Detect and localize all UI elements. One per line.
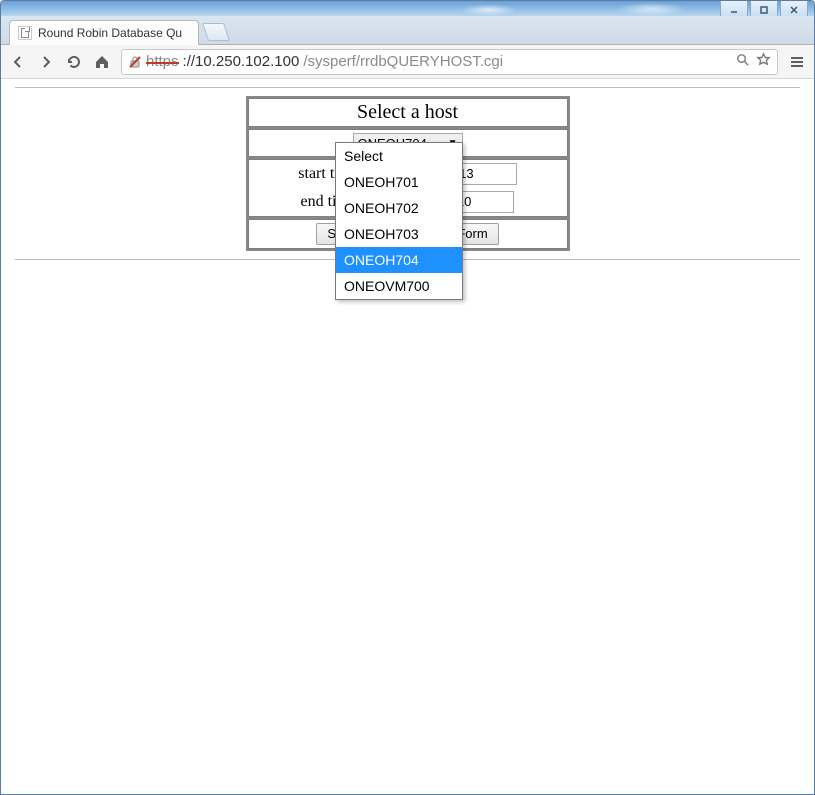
back-button[interactable] (9, 53, 27, 71)
browser-window: Round Robin Database Qu https (0, 0, 815, 795)
host-select-dropdown: Select ONEOH701 ONEOH702 ONEOH703 ONEOH7… (335, 142, 463, 300)
menu-button[interactable] (788, 53, 806, 71)
host-option[interactable]: ONEOVM700 (336, 273, 462, 299)
address-bar[interactable]: https ://10.250.102.100 /sysperf/rrdbQUE… (121, 49, 778, 75)
divider (15, 87, 800, 88)
page-content: Select a host ONEOH704 ▼ start time: 02/… (1, 79, 814, 794)
host-option[interactable]: ONEOH703 (336, 221, 462, 247)
host-option[interactable]: Select (336, 143, 462, 169)
reload-button[interactable] (65, 53, 83, 71)
window-titlebar (1, 1, 814, 16)
page-favicon-icon (18, 26, 32, 40)
home-button[interactable] (93, 53, 111, 71)
browser-tab[interactable]: Round Robin Database Qu (9, 20, 199, 45)
url-path: /sysperf/rrdbQUERYHOST.cgi (303, 53, 503, 70)
host-option-selected[interactable]: ONEOH704 (336, 247, 462, 273)
url-scheme: https (146, 53, 179, 70)
host-option[interactable]: ONEOH701 (336, 169, 462, 195)
tab-title: Round Robin Database Qu (38, 26, 190, 40)
host-option[interactable]: ONEOH702 (336, 195, 462, 221)
url-host: ://10.250.102.100 (183, 53, 300, 70)
tab-strip: Round Robin Database Qu (1, 16, 814, 45)
form-title: Select a host (248, 98, 568, 127)
forward-button[interactable] (37, 53, 55, 71)
ssl-warning-icon (128, 55, 142, 69)
bookmark-star-icon[interactable] (756, 52, 771, 71)
zoom-icon[interactable] (735, 52, 750, 71)
browser-toolbar: https ://10.250.102.100 /sysperf/rrdbQUE… (1, 45, 814, 79)
new-tab-button[interactable] (202, 23, 230, 41)
